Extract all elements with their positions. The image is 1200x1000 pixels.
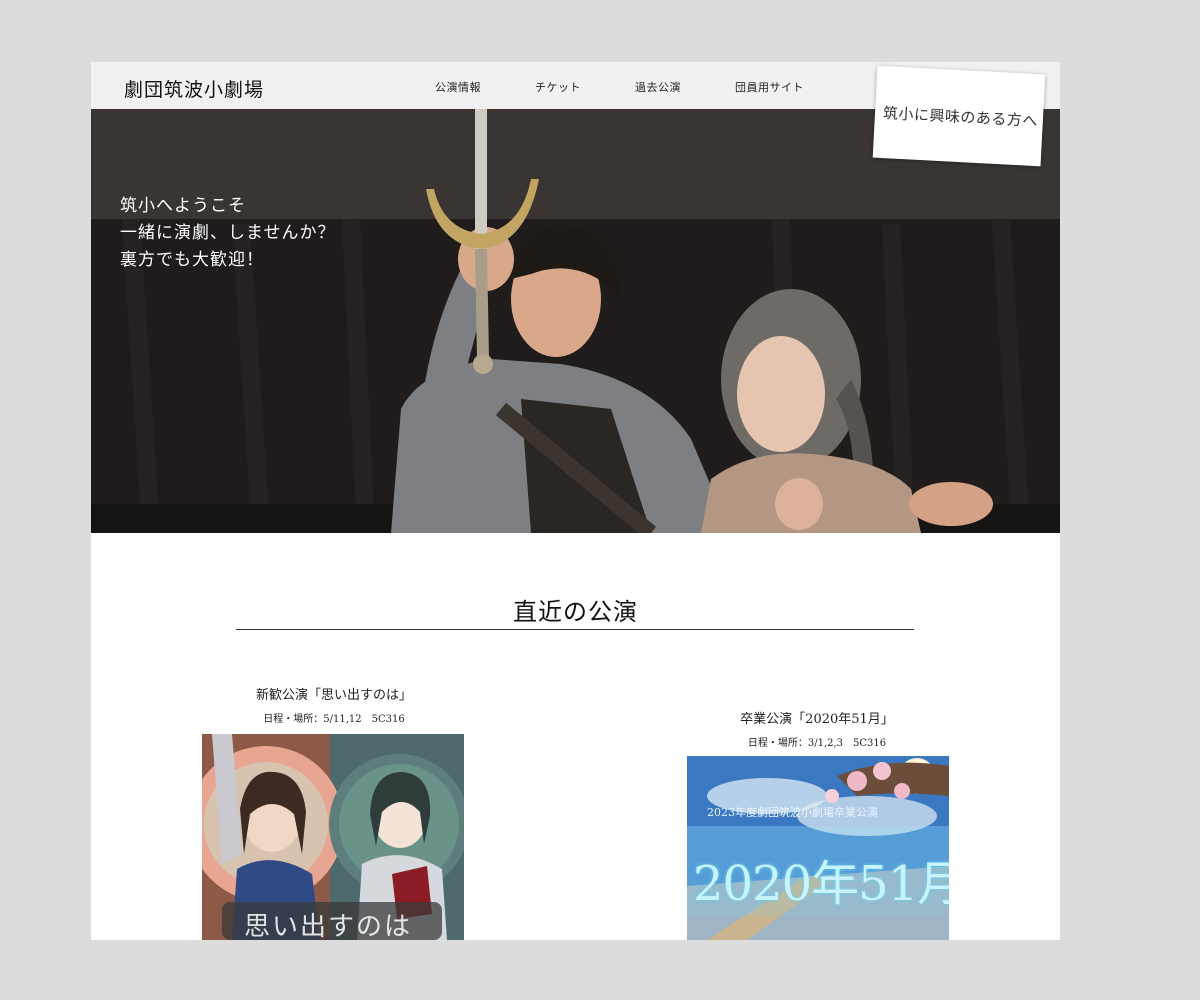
hero-line-backstage: 裏方でも大歓迎！ [120,250,264,270]
section-divider [236,629,914,630]
hero-line-invite: 一緒に演劇、しませんか？ [120,223,336,243]
performance-card-graduation: 卒業公演「2020年51月」 日程・場所：3/1,2,3 5C316 [686,708,948,749]
performance-details: 日程・場所：3/1,2,3 5C316 [747,738,887,749]
nav-item-past-performances[interactable]: 過去公演 [635,79,681,95]
hero-line-welcome: 筑小へようこそ [120,196,246,216]
poster-title-text: 思い出すのは [244,912,413,940]
poster-title-text: 2020年51月 [693,856,949,912]
page-frame: 劇団筑波小劇場 公演情報 チケット 過去公演 団員用サイト 筑小へようこそ 一緒… [91,62,1060,940]
performance-title: 新歓公演「思い出すのは」 [255,688,412,703]
performance-details: 日程・場所：5/11,12 5C316 [263,714,405,725]
poster-subtitle-text: 2023年度劇団筑波小劇場卒業公演 [707,806,878,819]
hero-photo [91,109,1060,533]
site-title[interactable]: 劇団筑波小劇場 [124,75,264,102]
prospective-members-card[interactable]: 筑小に興味のある方へ [872,65,1046,167]
section-title: 直近の公演 [513,598,638,626]
performance-poster-graduation[interactable]: 2023年度劇団筑波小劇場卒業公演 2020年51月 [687,756,949,940]
performance-poster-welcome[interactable]: 思い出すのは [202,734,464,940]
nav-item-performance-info[interactable]: 公演情報 [435,79,481,95]
prospective-members-label: 筑小に興味のある方へ [882,104,1039,131]
performance-title: 卒業公演「2020年51月」 [740,712,894,727]
nav-item-tickets[interactable]: チケット [535,79,581,95]
performance-card-welcome: 新歓公演「思い出すのは」 日程・場所：5/11,12 5C316 [203,684,465,725]
hero-banner: 筑小へようこそ 一緒に演劇、しませんか？ 裏方でも大歓迎！ [91,109,1060,533]
hero-welcome-text: 筑小へようこそ 一緒に演劇、しませんか？ 裏方でも大歓迎！ [120,193,336,274]
nav-item-members-site[interactable]: 団員用サイト [735,79,804,95]
